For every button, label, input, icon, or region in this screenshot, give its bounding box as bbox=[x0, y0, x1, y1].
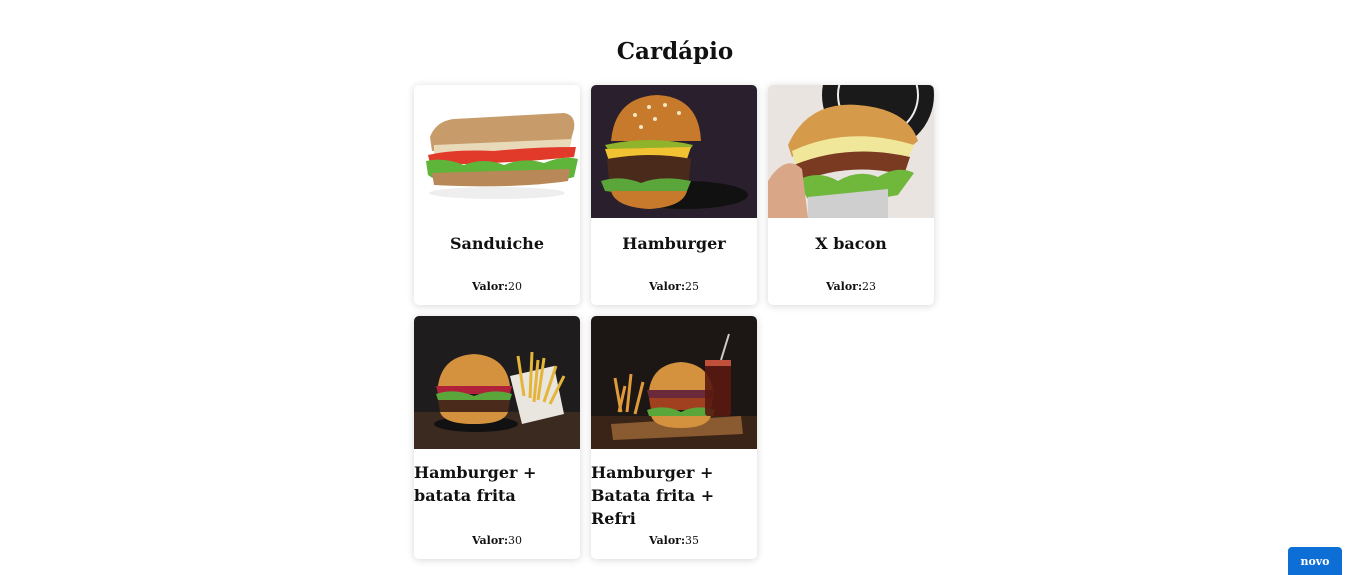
price-value: 25 bbox=[685, 280, 700, 293]
card-title: Hamburger + Batata frita + Refri bbox=[591, 463, 715, 528]
menu-card[interactable]: Hamburger + Batata frita + Refri Valor:3… bbox=[591, 316, 757, 559]
menu-grid: Sanduiche Valor:20 Hamburger Valor:25 X … bbox=[414, 85, 944, 559]
price-value: 30 bbox=[508, 534, 523, 547]
card-title: X bacon bbox=[815, 234, 887, 253]
page-title: Cardápio bbox=[616, 38, 734, 65]
card-price: Valor:35 bbox=[591, 534, 757, 547]
menu-card[interactable]: Hamburger Valor:25 bbox=[591, 85, 757, 305]
price-label: Valor: bbox=[825, 280, 863, 293]
card-title: Hamburger + batata frita bbox=[414, 463, 537, 505]
menu-card[interactable]: Sanduiche Valor:20 bbox=[414, 85, 580, 305]
price-label: Valor: bbox=[648, 280, 686, 293]
menu-card[interactable]: X bacon Valor:23 bbox=[768, 85, 934, 305]
price-value: 20 bbox=[508, 280, 523, 293]
card-price: Valor:23 bbox=[768, 280, 934, 293]
price-value: 23 bbox=[862, 280, 877, 293]
new-item-button[interactable]: novo bbox=[1288, 547, 1342, 575]
card-price: Valor:30 bbox=[414, 534, 580, 547]
price-label: Valor: bbox=[471, 280, 509, 293]
menu-card[interactable]: Hamburger + batata frita Valor:30 bbox=[414, 316, 580, 559]
sandwich-image bbox=[414, 85, 580, 218]
hamburger-image bbox=[591, 85, 757, 218]
price-value: 35 bbox=[685, 534, 700, 547]
card-title: Hamburger bbox=[622, 234, 726, 253]
card-price: Valor:20 bbox=[414, 280, 580, 293]
card-price: Valor:25 bbox=[591, 280, 757, 293]
price-label: Valor: bbox=[471, 534, 509, 547]
x-bacon-image bbox=[768, 85, 934, 218]
hamburger-fries-soda-image bbox=[591, 316, 757, 449]
hamburger-fries-image bbox=[414, 316, 580, 449]
card-title: Sanduiche bbox=[449, 234, 544, 253]
price-label: Valor: bbox=[648, 534, 686, 547]
